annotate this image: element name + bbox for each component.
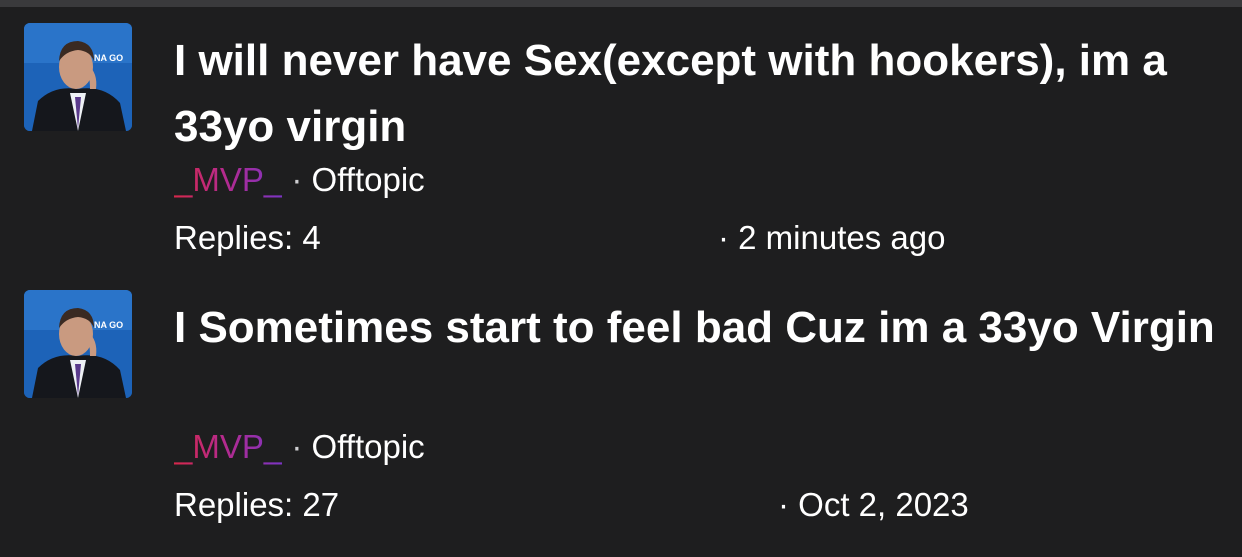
post-time: · 2 minutes ago bbox=[718, 219, 946, 256]
category-label[interactable]: Offtopic bbox=[312, 428, 425, 465]
category-label[interactable]: Offtopic bbox=[312, 161, 425, 198]
meta-separator: · bbox=[282, 428, 312, 465]
replies-count: Replies: 4 bbox=[174, 219, 321, 256]
user-avatar-icon[interactable]: NA GO bbox=[24, 290, 132, 398]
thread-list-item[interactable]: NA GO I Sometimes start to feel bad Cuz … bbox=[0, 287, 1242, 554]
svg-text:NA GO: NA GO bbox=[94, 320, 123, 330]
author-username[interactable]: _MVP_ bbox=[174, 161, 282, 198]
thread-title[interactable]: I will never have Sex(except with hooker… bbox=[174, 28, 1224, 160]
svg-text:NA GO: NA GO bbox=[94, 53, 123, 63]
post-time: · Oct 2, 2023 bbox=[778, 486, 969, 523]
thread-meta: _MVP_ · Offtopic bbox=[174, 425, 425, 469]
meta-separator: · bbox=[282, 161, 312, 198]
thread-meta: _MVP_ · Offtopic bbox=[174, 158, 425, 202]
thread-list-item[interactable]: NA GO I will never have Sex(except with … bbox=[0, 20, 1242, 287]
thread-title[interactable]: I Sometimes start to feel bad Cuz im a 3… bbox=[174, 295, 1224, 361]
top-divider bbox=[0, 0, 1242, 7]
user-avatar-icon[interactable]: NA GO bbox=[24, 23, 132, 131]
author-username[interactable]: _MVP_ bbox=[174, 428, 282, 465]
replies-count: Replies: 27 bbox=[174, 486, 340, 523]
